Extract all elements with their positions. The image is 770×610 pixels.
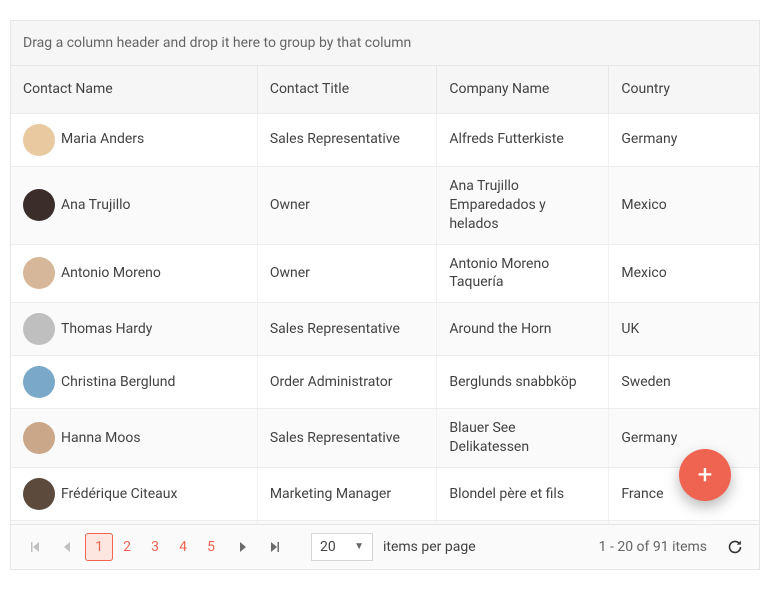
cell-contact-name: Thomas Hardy — [11, 303, 258, 355]
column-header-contact-name[interactable]: Contact Name — [11, 66, 258, 113]
cell-contact-name: Ana Trujillo — [11, 167, 258, 244]
cell-company-name: Antonio Moreno Taquería — [437, 245, 609, 303]
pager-first-button[interactable] — [21, 533, 49, 561]
grid-body[interactable]: Maria AndersSales RepresentativeAlfreds … — [11, 114, 759, 524]
cell-contact-title: Owner — [258, 167, 438, 244]
plus-icon: + — [698, 462, 713, 488]
cell-company-name: Berglunds snabbköp — [437, 356, 609, 408]
cell-company-name: Ana Trujillo Emparedados y helados — [437, 167, 609, 244]
caret-down-icon: ▼ — [354, 541, 364, 552]
column-header-row: Contact Name Contact Title Company Name … — [11, 66, 759, 114]
table-row[interactable]: Hanna Moos Sales RepresentativeBlauer See… — [11, 409, 759, 468]
contact-name-text: Antonio Moreno — [61, 264, 161, 283]
cell-company-name: Blauer See Delikatessen — [437, 409, 609, 467]
contact-name-text: Thomas Hardy — [61, 320, 152, 339]
chevron-right-icon — [238, 541, 248, 553]
seek-first-icon — [29, 541, 41, 553]
page-size-value: 20 — [320, 539, 336, 555]
pager-info: 1 - 20 of 91 items — [599, 539, 707, 555]
table-row[interactable]: Maria Anders Sales RepresentativeAlfreds … — [11, 114, 759, 167]
page-number-3[interactable]: 3 — [141, 533, 169, 561]
cell-contact-name: Martín Sommer — [11, 521, 258, 524]
contact-name-text: Frédérique Citeaux — [61, 485, 177, 504]
page-size-label: items per page — [383, 539, 476, 555]
avatar — [23, 189, 55, 221]
page-number-4[interactable]: 4 — [169, 533, 197, 561]
cell-country: Mexico — [609, 167, 759, 244]
avatar — [23, 478, 55, 510]
avatar — [23, 366, 55, 398]
contact-name-text: Maria Anders — [61, 130, 144, 149]
group-by-panel-text: Drag a column header and drop it here to… — [23, 35, 411, 51]
seek-last-icon — [269, 541, 281, 553]
page-number-1[interactable]: 1 — [85, 533, 113, 561]
cell-country: Sweden — [609, 356, 759, 408]
pager-last-button[interactable] — [261, 533, 289, 561]
table-row[interactable]: Ana Trujillo OwnerAna Trujillo Emparedado… — [11, 167, 759, 245]
contact-name-text: Hanna Moos — [61, 429, 141, 448]
cell-contact-name: Frédérique Citeaux — [11, 468, 258, 520]
avatar — [23, 257, 55, 289]
table-row[interactable]: Martín SommerOwnerBólido Comidas prepara… — [11, 521, 759, 524]
page-size-select[interactable]: 20 ▼ — [311, 533, 373, 561]
cell-country: UK — [609, 303, 759, 355]
cell-company-name: Bólido Comidas preparadas — [437, 521, 609, 524]
cell-company-name: Around the Horn — [437, 303, 609, 355]
cell-contact-title: Sales Representative — [258, 303, 438, 355]
pager-prev-button[interactable] — [53, 533, 81, 561]
chevron-left-icon — [62, 541, 72, 553]
contact-name-text: Christina Berglund — [61, 373, 175, 392]
add-fab-button[interactable]: + — [679, 449, 731, 501]
avatar — [23, 313, 55, 345]
cell-contact-title: Sales Representative — [258, 114, 438, 166]
cell-country: Mexico — [609, 245, 759, 303]
page-number-5[interactable]: 5 — [197, 533, 225, 561]
column-header-country[interactable]: Country — [609, 66, 759, 113]
refresh-icon — [727, 539, 743, 555]
table-row[interactable]: Frédérique Citeaux Marketing ManagerBlond… — [11, 468, 759, 521]
avatar — [23, 124, 55, 156]
cell-contact-title: Marketing Manager — [258, 468, 438, 520]
cell-contact-title: Order Administrator — [258, 356, 438, 408]
page-number-2[interactable]: 2 — [113, 533, 141, 561]
cell-company-name: Alfreds Futterkiste — [437, 114, 609, 166]
pager-next-button[interactable] — [229, 533, 257, 561]
cell-contact-name: Hanna Moos — [11, 409, 258, 467]
table-row[interactable]: Antonio Moreno OwnerAntonio Moreno Taquer… — [11, 245, 759, 304]
cell-country: Spain — [609, 521, 759, 524]
table-row[interactable]: Thomas Hardy Sales RepresentativeAround t… — [11, 303, 759, 356]
column-header-contact-title[interactable]: Contact Title — [258, 66, 438, 113]
pager: 12345 20 ▼ items per page 1 - 20 of 91 i… — [11, 524, 759, 569]
group-by-panel[interactable]: Drag a column header and drop it here to… — [11, 21, 759, 66]
cell-contact-title: Owner — [258, 245, 438, 303]
data-grid: Drag a column header and drop it here to… — [10, 20, 760, 570]
cell-country: Germany — [609, 114, 759, 166]
cell-contact-title: Owner — [258, 521, 438, 524]
pager-refresh-button[interactable] — [721, 533, 749, 561]
cell-contact-name: Antonio Moreno — [11, 245, 258, 303]
cell-contact-title: Sales Representative — [258, 409, 438, 467]
cell-company-name: Blondel père et fils — [437, 468, 609, 520]
table-row[interactable]: Christina Berglund Order AdministratorBer… — [11, 356, 759, 409]
column-header-company-name[interactable]: Company Name — [437, 66, 609, 113]
avatar — [23, 422, 55, 454]
cell-contact-name: Christina Berglund — [11, 356, 258, 408]
contact-name-text: Ana Trujillo — [61, 196, 131, 215]
cell-contact-name: Maria Anders — [11, 114, 258, 166]
